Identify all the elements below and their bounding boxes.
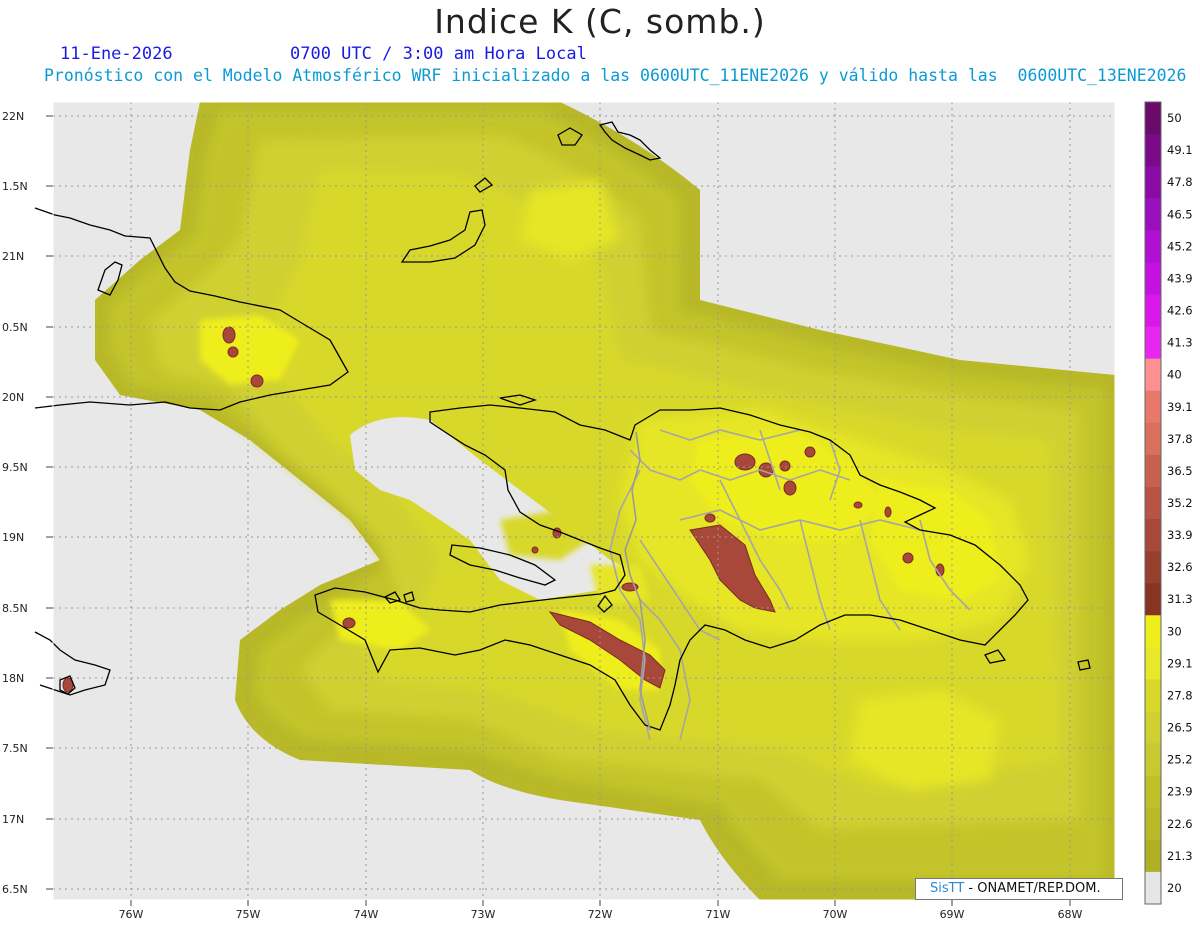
colorbar-swatch bbox=[1145, 422, 1161, 456]
colorbar-label: 39.1 bbox=[1167, 400, 1193, 414]
longitude-labels: 76W 75W 74W 73W 72W 71W 70W 69W 68W bbox=[119, 908, 1083, 921]
colorbar-swatch bbox=[1145, 711, 1161, 745]
colorbar-label: 21.3 bbox=[1167, 849, 1193, 863]
colorbar-label: 25.2 bbox=[1167, 753, 1193, 767]
colorbar-swatch bbox=[1145, 230, 1161, 263]
colorbar-label: 43.9 bbox=[1167, 271, 1193, 285]
lat-label: 7.5N bbox=[2, 742, 28, 755]
lon-label: 75W bbox=[236, 908, 261, 921]
colorbar-label: 35.2 bbox=[1167, 496, 1193, 510]
colorbar-swatch bbox=[1145, 166, 1161, 199]
lon-label: 69W bbox=[940, 908, 965, 921]
colorbar-label: 40 bbox=[1167, 368, 1182, 382]
colorbar-swatch bbox=[1145, 454, 1161, 488]
lat-label: 18N bbox=[2, 672, 24, 685]
lon-label: 71W bbox=[706, 908, 731, 921]
colorbar-swatch bbox=[1145, 839, 1161, 873]
lat-label: 0.5N bbox=[2, 321, 28, 334]
colorbar-label: 49.1 bbox=[1167, 143, 1193, 157]
colorbar-swatch bbox=[1145, 358, 1161, 392]
colorbar-swatch bbox=[1145, 679, 1161, 713]
colorbar-swatch bbox=[1145, 519, 1161, 552]
colorbar-label: 26.5 bbox=[1167, 721, 1193, 735]
lon-label: 72W bbox=[588, 908, 613, 921]
lat-label: 1.5N bbox=[2, 180, 28, 193]
colorbar-label: 27.8 bbox=[1167, 688, 1193, 702]
lat-label: 21N bbox=[2, 250, 24, 263]
colorbar-label: 46.5 bbox=[1167, 207, 1193, 221]
lat-label: 19N bbox=[2, 531, 24, 544]
colorbar-swatch bbox=[1145, 326, 1161, 360]
colorbar-label: 23.9 bbox=[1167, 785, 1193, 799]
colorbar-swatch bbox=[1145, 551, 1161, 584]
lat-label: 17N bbox=[2, 813, 24, 826]
lon-label: 73W bbox=[471, 908, 496, 921]
colorbar-label: 36.5 bbox=[1167, 464, 1193, 478]
colorbar-swatch bbox=[1145, 647, 1161, 680]
latitude-labels: 22N 1.5N 21N 0.5N 20N 9.5N 19N 8.5N 18N … bbox=[2, 110, 28, 896]
colorbar-label: 42.6 bbox=[1167, 304, 1193, 318]
lon-label: 74W bbox=[354, 908, 379, 921]
colorbar-label: 29.1 bbox=[1167, 656, 1193, 670]
colorbar-swatch bbox=[1145, 134, 1161, 167]
colorbar-label: 30 bbox=[1167, 624, 1182, 638]
lon-label: 70W bbox=[823, 908, 848, 921]
lat-label: 20N bbox=[2, 391, 24, 404]
k-index-map: 22N 1.5N 21N 0.5N 20N 9.5N 19N 8.5N 18N … bbox=[2, 101, 1193, 921]
colorbar-swatch bbox=[1145, 390, 1161, 424]
credit-org: - ONAMET/REP.DOM. bbox=[964, 881, 1101, 896]
lat-label: 6.5N bbox=[2, 883, 28, 896]
credit-box: SisTT - ONAMET/REP.DOM. bbox=[915, 878, 1123, 900]
colorbar-swatch bbox=[1145, 775, 1161, 809]
colorbar-label: 20 bbox=[1167, 881, 1182, 895]
lon-label: 76W bbox=[119, 908, 144, 921]
colorbar-swatch bbox=[1145, 807, 1161, 841]
colorbar-swatch bbox=[1145, 102, 1161, 135]
colorbar-swatch bbox=[1145, 198, 1161, 231]
colorbar-label: 50 bbox=[1167, 111, 1182, 125]
colorbar-swatch bbox=[1145, 583, 1161, 616]
lat-label: 8.5N bbox=[2, 602, 28, 615]
colorbar-label: 45.2 bbox=[1167, 239, 1193, 253]
colorbar-label: 22.6 bbox=[1167, 817, 1193, 831]
colorbar-swatch bbox=[1145, 262, 1161, 295]
colorbar-label: 33.9 bbox=[1167, 528, 1193, 542]
colorbar: 50 49.1 47.8 46.5 45.2 43.9 42.6 41.3 40 39.1 37.8… bbox=[1144, 101, 1193, 905]
lat-label: 22N bbox=[2, 110, 24, 123]
colorbar-swatch bbox=[1145, 615, 1161, 648]
colorbar-swatch bbox=[1145, 486, 1161, 520]
colorbar-label: 32.6 bbox=[1167, 560, 1193, 574]
colorbar-swatch bbox=[1145, 743, 1161, 777]
colorbar-label: 37.8 bbox=[1167, 432, 1193, 446]
sistt-logo: SisTT bbox=[930, 881, 965, 896]
colorbar-label: 41.3 bbox=[1167, 336, 1193, 350]
colorbar-swatch bbox=[1145, 294, 1161, 328]
lon-label: 68W bbox=[1058, 908, 1083, 921]
colorbar-label: 31.3 bbox=[1167, 592, 1193, 606]
colorbar-swatch bbox=[1145, 871, 1161, 905]
lat-label: 9.5N bbox=[2, 461, 28, 474]
colorbar-label: 47.8 bbox=[1167, 175, 1193, 189]
